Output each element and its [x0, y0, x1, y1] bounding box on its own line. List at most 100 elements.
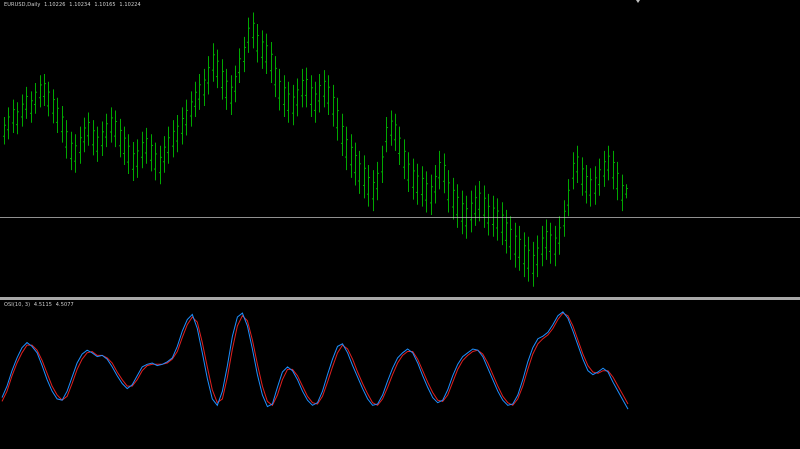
ohlc-bar [310, 75, 313, 117]
ohlc-bar [314, 81, 317, 123]
ohlc-bar [238, 48, 241, 83]
ohlc-bar [92, 120, 95, 156]
ohlc-bar [296, 78, 299, 117]
ohlc-bar [572, 152, 575, 190]
ohlc-bar [79, 126, 82, 164]
ohlc-bar [416, 163, 419, 205]
ohlc-bar [278, 68, 281, 111]
ohlc-bar [105, 113, 108, 148]
ohlc-bar [190, 91, 193, 127]
ohlc-bar [110, 107, 113, 143]
low-value: 1.10165 [94, 2, 116, 8]
chart-window[interactable]: EURUSD,Daily 1.10226 1.10234 1.10165 1.1… [0, 0, 800, 449]
ohlc-bar [159, 145, 162, 185]
ohlc-bar [287, 81, 290, 123]
ohlc-bar [305, 67, 308, 108]
ohlc-bar [496, 198, 499, 241]
ohlc-bar [607, 145, 610, 181]
ohlc-bar [438, 150, 441, 190]
ohlc-bar [398, 126, 401, 166]
ohlc-bar [207, 56, 210, 95]
ohlc-bar [185, 99, 188, 136]
ohlc-bar [625, 184, 628, 199]
ohlc-bar [87, 112, 90, 146]
ohlc-bar [136, 139, 139, 178]
ohlc-bar [456, 184, 459, 228]
ohlc-bar [612, 150, 615, 190]
ohlc-bar [492, 195, 495, 237]
ohlc-bar [430, 174, 433, 216]
high-value: 1.10234 [69, 2, 91, 8]
ohlc-bar [247, 17, 250, 53]
ohlc-bar [589, 168, 592, 207]
ohlc-bar [621, 174, 624, 212]
ohlc-bar [212, 43, 215, 82]
main-line [1, 311, 629, 410]
ohlc-bar [292, 84, 295, 126]
price-chart-pane[interactable]: EURUSD,Daily 1.10226 1.10234 1.10165 1.1… [0, 0, 800, 297]
ohlc-bar [541, 225, 544, 267]
close-value: 1.10224 [119, 2, 141, 8]
ohlc-bar [123, 126, 126, 166]
ohlc-bar [505, 209, 508, 254]
ohlc-bar [407, 152, 410, 192]
ohlc-bar [554, 225, 557, 267]
ohlc-bar [47, 81, 50, 117]
ohlc-bar [616, 161, 619, 201]
ohlc-bar [150, 134, 153, 172]
ohlc-bar [509, 216, 512, 260]
ohlc-bar [198, 74, 201, 110]
indicator-name: OSI(10, 3) [4, 302, 31, 308]
oscillator-pane[interactable]: OSI(10, 3) 4.5115 4.5077 [0, 300, 800, 449]
ohlc-bar [358, 150, 361, 194]
ohlc-bar [474, 185, 477, 226]
ohlc-bar [114, 110, 117, 148]
ohlc-bar [536, 235, 539, 278]
ohlc-bar [61, 106, 64, 143]
ohlc-bar [394, 113, 397, 151]
ohlc-bar [545, 219, 548, 260]
ohlc-bar [70, 131, 73, 171]
ohlc-bar [514, 222, 517, 268]
ohlc-bar [274, 56, 277, 98]
ohlc-bar [354, 142, 357, 186]
ohlc-bar [221, 59, 224, 100]
ohlc-bar [52, 89, 55, 124]
ohlc-bar [154, 142, 157, 181]
ohlc-bar [558, 216, 561, 255]
ohlc-bar [461, 190, 464, 235]
ohlc-bar [243, 36, 246, 73]
ohlc-bar [56, 97, 59, 133]
ohlc-bar [603, 150, 606, 187]
ohlc-bar [518, 225, 521, 271]
ohlc-bar [252, 12, 255, 49]
ohlc-bar [163, 136, 166, 173]
ohlc-bar [119, 118, 122, 158]
ohlc-bar [21, 94, 24, 127]
ohlc-bar [216, 49, 219, 89]
ohlc-bar [363, 155, 366, 199]
open-value: 1.10226 [44, 2, 66, 8]
ohlc-bar [341, 113, 344, 157]
ohlc-bar [549, 222, 552, 264]
ohlc-bar [434, 165, 437, 204]
ohlc-bar [385, 116, 388, 153]
ohlc-bar [598, 158, 601, 196]
ohlc-bar [12, 99, 15, 133]
chart-shift-marker-icon[interactable] [636, 0, 640, 4]
ohlc-bar [256, 24, 259, 63]
ohlc-bar [270, 41, 273, 83]
ohlc-bar [452, 177, 455, 220]
symbol-label: EURUSD,Daily [4, 2, 41, 8]
ohlc-bar [3, 116, 6, 145]
ohlc-bar [443, 153, 446, 194]
ohlc-bar [34, 82, 37, 114]
ohlc-bar [336, 97, 339, 141]
ohlc-bar [83, 117, 86, 153]
ohlc-bar [43, 74, 46, 107]
ohlc-bar [501, 202, 504, 246]
ohlc-bar [327, 75, 330, 116]
ohlc-bar [230, 75, 233, 116]
ohlc-bar [181, 107, 184, 145]
ohlc-bar [261, 30, 264, 69]
